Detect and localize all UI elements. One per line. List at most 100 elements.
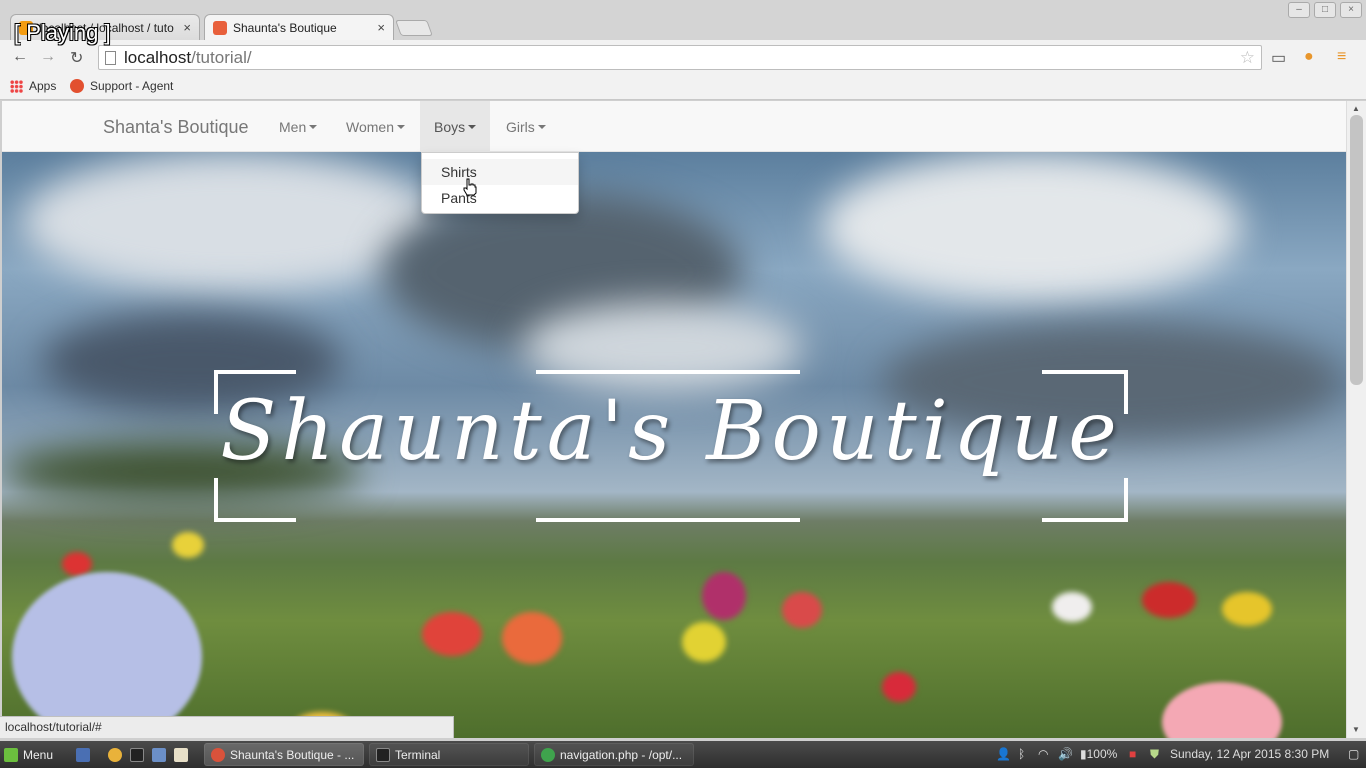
notifications-icon[interactable]: ▢ [1348,747,1359,761]
extension-cookie-icon[interactable]: ● [1304,48,1314,66]
nav-girls[interactable]: Girls [492,101,560,152]
taskbar: Menu Shaunta's Boutique - ... Terminal n… [0,741,1366,768]
tab-close-icon[interactable]: × [377,20,385,35]
boys-dropdown-menu: Shirts Pants [421,152,579,214]
apps-grid-icon [10,79,23,93]
nav-label: Men [279,118,307,135]
site-brand[interactable]: Shanta's Boutique [103,117,249,138]
foreground-petal [1162,682,1282,738]
bookmark-apps[interactable]: Apps [10,79,56,93]
flower [1142,582,1196,618]
terminal-icon [376,747,390,762]
nav-label: Girls [506,118,535,135]
task-label: Terminal [395,747,441,762]
flower [1222,592,1272,626]
tab-label: Shaunta's Boutique [233,20,337,35]
back-arrow-icon[interactable]: ← [12,48,28,66]
task-label: Shaunta's Boutique - ... [230,747,355,762]
start-menu-button[interactable]: Menu [4,745,53,765]
chrome-menu-icon[interactable]: ≡ [1337,48,1346,66]
volume-icon[interactable]: 🔊 [1058,747,1073,761]
dropdown-item-shirts[interactable]: Shirts [422,159,578,185]
flower [62,552,92,576]
tab-close-icon[interactable]: × [183,20,191,35]
terminal-launcher-icon[interactable] [130,748,144,762]
editor-launcher-icon[interactable] [174,748,188,762]
frame-corner [1124,478,1128,522]
show-desktop-icon[interactable] [76,748,90,762]
support-agent-icon [70,79,84,93]
nav-boys[interactable]: Boys [420,101,491,152]
hero-title: Shaunta's Boutique [220,384,1122,479]
hero-banner: Shaunta's Boutique [2,152,1346,738]
tab-shauntas-boutique[interactable]: Shaunta's Boutique × [204,14,394,40]
minimize-window-button[interactable]: – [1288,2,1310,18]
frame-corner [214,478,218,522]
battery-level: 100% [1086,747,1118,761]
nav-label: Boys [434,118,466,135]
scrollbar-thumb[interactable] [1350,115,1363,385]
flower [682,622,726,662]
cast-icon[interactable]: ▭ [1271,48,1286,68]
nav-men[interactable]: Men [265,101,331,152]
task-label: navigation.php - /opt/... [560,747,683,762]
chrome-icon [211,747,225,762]
address-path: /tutorial/ [191,47,252,67]
wifi-icon[interactable]: ◠ [1038,747,1048,761]
mint-logo-icon [4,748,18,762]
site-navbar: Shanta's Boutique Men Women Boys Girls [2,101,1346,152]
bookmarks-bar: Apps Support - Agent [0,74,1366,100]
flower [172,532,204,558]
clock[interactable]: Sunday, 12 Apr 2015 8:30 PM [1170,747,1329,761]
maximize-window-button[interactable]: □ [1314,2,1336,18]
address-bar[interactable]: localhost/tutorial/ ☆ [98,45,1262,70]
bookmark-label: Support - Agent [90,79,174,93]
bookmark-support-agent[interactable]: Support - Agent [70,79,173,93]
frame-corner [214,518,296,522]
bookmark-label: Apps [29,79,57,93]
forward-arrow-icon[interactable]: → [40,48,56,66]
files-launcher-icon[interactable] [152,748,166,762]
scroll-down-icon[interactable]: ▼ [1352,725,1360,734]
shield-icon[interactable]: ⛊ [1150,747,1159,762]
scroll-up-icon[interactable]: ▲ [1352,104,1360,113]
reload-icon[interactable]: ↻ [70,48,83,68]
nav-label: Women [346,118,394,135]
new-tab-button[interactable] [395,20,433,36]
caret-down-icon [468,124,477,129]
close-window-button[interactable]: × [1340,2,1362,18]
link-status-bubble: localhost/tutorial/# [0,716,454,738]
record-icon[interactable]: ■ [1129,747,1136,761]
flower [502,612,562,664]
hand-cursor-icon [463,178,477,196]
web-page: Shanta's Boutique Men Women Boys Girls S… [2,101,1346,738]
cloud [22,152,442,292]
chrome-launcher-icon[interactable] [108,748,122,762]
dropdown-item-pants[interactable]: Pants [422,185,578,211]
user-icon[interactable]: 👤 [996,747,1011,761]
battery-indicator[interactable]: ▮100% [1080,747,1117,761]
bookmark-star-icon[interactable]: ☆ [1240,48,1255,68]
task-editor[interactable]: navigation.php - /opt/... [534,743,694,766]
flower [782,592,822,628]
site-favicon-icon [213,20,227,35]
caret-down-icon [309,124,318,129]
menu-label: Menu [23,748,54,762]
page-scrollbar[interactable]: ▲ ▼ [1346,101,1366,738]
task-chrome[interactable]: Shaunta's Boutique - ... [204,743,364,766]
flower [882,672,916,702]
frame-top-line [536,370,800,374]
foreground-petal [12,572,202,738]
caret-down-icon [396,124,405,129]
editor-icon [541,747,555,762]
recording-overlay: [ Playing ] [14,20,111,45]
nav-women[interactable]: Women [332,101,419,152]
hero-title-frame: Shaunta's Boutique [214,370,1128,522]
caret-down-icon [537,124,546,129]
task-terminal[interactable]: Terminal [369,743,529,766]
frame-corner [1042,518,1128,522]
browser-toolbar: ← → ↻ localhost/tutorial/ ☆ ▭ ● ≡ [0,40,1366,74]
frame-corner [1042,370,1128,374]
cloud [822,152,1242,302]
bluetooth-icon[interactable]: ᛒ [1018,747,1025,761]
